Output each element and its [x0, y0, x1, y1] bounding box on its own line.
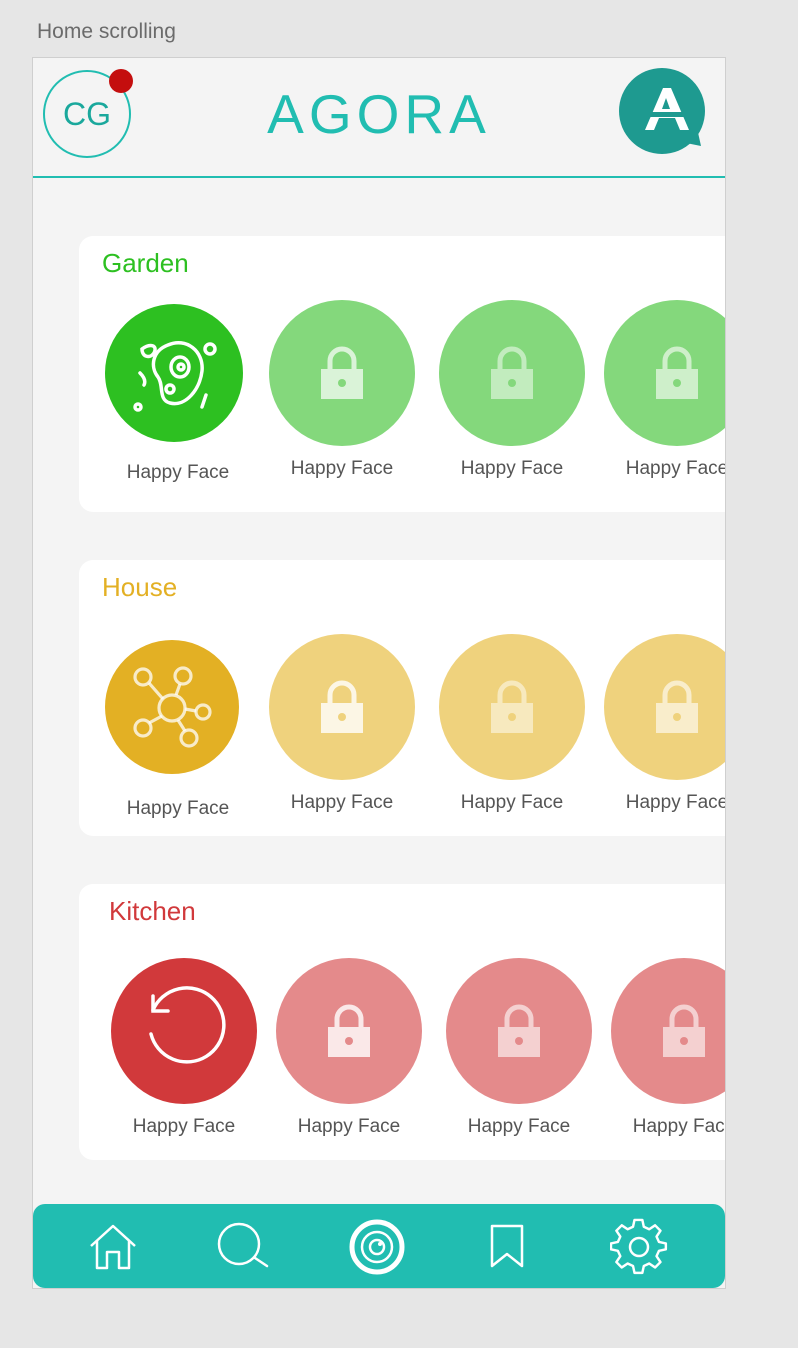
bottom-nav [33, 1204, 725, 1288]
section-house: House Happy Face Happy Face Happy Face H… [79, 560, 725, 836]
badge-circle [105, 304, 243, 442]
section-title-house: House [102, 572, 178, 602]
badge-garden-1[interactable]: Happy Face [105, 304, 253, 483]
badge-kitchen-1[interactable]: Happy Face [111, 958, 259, 1137]
lock-icon [321, 680, 363, 733]
nav-camera[interactable] [347, 1218, 407, 1276]
lock-icon [491, 680, 533, 733]
nav-bookmark[interactable] [477, 1218, 537, 1276]
badge-circle [604, 300, 725, 446]
badge-circle [269, 634, 415, 780]
badge-label: Happy Face [297, 1116, 401, 1137]
badge-garden-3[interactable]: Happy Face [439, 300, 587, 479]
home-icon [90, 1224, 136, 1270]
bacteria-icon [133, 341, 217, 412]
lock-icon [321, 346, 363, 399]
molecule-icon [133, 666, 212, 748]
lock-icon [663, 1004, 705, 1057]
badge-circle [611, 958, 725, 1104]
badge-circle [439, 634, 585, 780]
badge-house-4[interactable]: Happy Face [604, 634, 725, 813]
badge-circle [439, 300, 585, 446]
gear-icon [610, 1218, 668, 1275]
badge-house-2[interactable]: Happy Face [269, 634, 417, 813]
badge-label: Happy Face [290, 458, 394, 479]
badge-house-3[interactable]: Happy Face [439, 634, 587, 813]
badge-label: Happy Face [126, 462, 230, 483]
badge-kitchen-2[interactable]: Happy Face [276, 958, 424, 1137]
badge-circle [604, 634, 725, 780]
badge-garden-4[interactable]: Happy Face [604, 300, 725, 479]
section-garden: Garden Happy Face Happy Face Happy Face … [79, 236, 725, 512]
badge-circle [105, 640, 239, 774]
nav-search[interactable] [213, 1218, 273, 1276]
agora-logo-icon[interactable] [619, 68, 707, 160]
badge-label: Happy Face [132, 1116, 236, 1137]
top-bar: CG AGORA [33, 58, 725, 178]
badge-garden-2[interactable]: Happy Face [269, 300, 417, 479]
frame-label: Home scrolling [37, 20, 176, 43]
badge-circle [276, 958, 422, 1104]
lock-icon [498, 1004, 540, 1057]
badge-label: Happy Face [632, 1116, 726, 1137]
badge-house-1[interactable]: Happy Face [105, 640, 253, 819]
badge-circle [111, 958, 257, 1104]
badge-label: Happy Face [460, 792, 564, 813]
badge-label: Happy Face [126, 798, 230, 819]
search-icon [217, 1222, 269, 1268]
badge-circle [446, 958, 592, 1104]
lock-icon [656, 346, 698, 399]
nav-home[interactable] [83, 1218, 143, 1276]
section-title-garden: Garden [102, 248, 189, 278]
lock-icon [491, 346, 533, 399]
bookmark-icon [490, 1224, 524, 1268]
section-title-kitchen: Kitchen [109, 896, 196, 926]
lock-icon [328, 1004, 370, 1057]
lock-icon [656, 680, 698, 733]
badge-label: Happy Face [460, 458, 564, 479]
badge-label: Happy Face [290, 792, 394, 813]
app-screen: CG AGORA Garden Happy Face Happy Face Ha… [32, 57, 726, 1289]
camera-icon [349, 1219, 405, 1275]
badge-label: Happy Face [467, 1116, 571, 1137]
badge-kitchen-3[interactable]: Happy Face [446, 958, 594, 1137]
badge-label: Happy Face [625, 792, 726, 813]
badge-circle [269, 300, 415, 446]
badge-kitchen-4[interactable]: Happy Face [611, 958, 725, 1137]
refresh-icon [149, 986, 226, 1064]
section-kitchen: Kitchen Happy Face Happy Face Happy Face [79, 884, 725, 1160]
nav-settings[interactable] [609, 1218, 669, 1276]
badge-label: Happy Face [625, 458, 726, 479]
